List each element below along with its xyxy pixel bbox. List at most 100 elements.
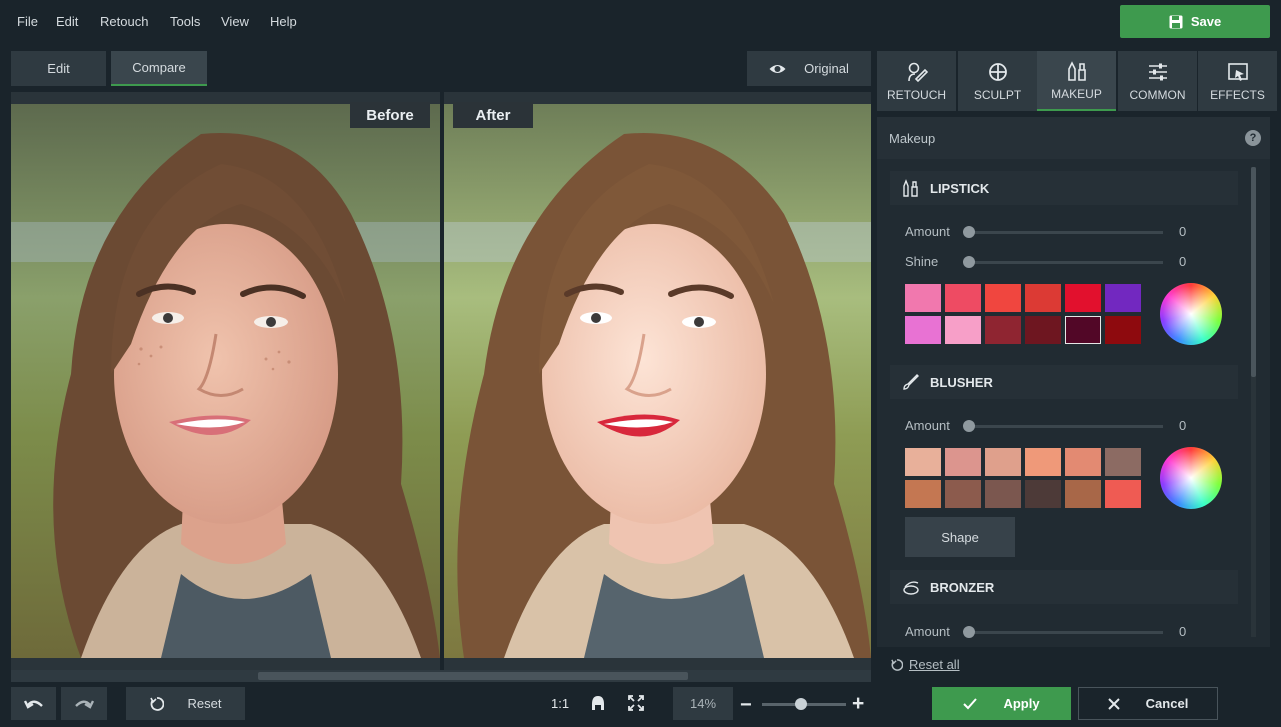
color-swatch[interactable]	[1105, 480, 1141, 508]
face-detect-icon[interactable]	[590, 695, 606, 712]
bronzer-amount-slider[interactable]: Amount 0	[905, 624, 1190, 640]
before-label: Before	[350, 102, 430, 128]
fit-screen-icon[interactable]	[628, 695, 644, 711]
bronzer-amount-value: 0	[1179, 624, 1187, 639]
blusher-section-header[interactable]: BLUSHER	[890, 365, 1238, 399]
tab-makeup-label: MAKEUP	[1051, 86, 1102, 101]
bronzer-section-header[interactable]: BRONZER	[890, 570, 1238, 604]
color-swatch[interactable]	[985, 448, 1021, 476]
color-swatch[interactable]	[1065, 316, 1101, 344]
blusher-color-wheel-icon[interactable]	[1160, 447, 1222, 509]
color-swatch[interactable]	[1105, 448, 1141, 476]
menu-retouch[interactable]: Retouch	[100, 14, 148, 29]
save-label: Save	[1190, 14, 1222, 29]
horizontal-scrollbar[interactable]	[11, 670, 871, 682]
tab-sculpt[interactable]: SCULPT	[958, 51, 1037, 111]
slider-track[interactable]	[967, 261, 1163, 264]
apply-button[interactable]: Apply	[932, 687, 1071, 720]
panel-title: Makeup	[889, 131, 936, 146]
undo-icon	[23, 699, 43, 709]
color-swatch[interactable]	[1025, 480, 1061, 508]
scrollbar-thumb[interactable]	[258, 672, 688, 680]
color-swatch[interactable]	[985, 316, 1021, 344]
lipstick-amount-value: 0	[1179, 224, 1187, 239]
color-swatch[interactable]	[945, 284, 981, 312]
image-viewer[interactable]: Before After	[11, 92, 871, 682]
slider-knob[interactable]	[963, 626, 975, 638]
lipstick-section-header[interactable]: LIPSTICK	[890, 171, 1238, 205]
lipstick-amount-slider[interactable]: Amount 0	[905, 224, 1190, 240]
color-swatch[interactable]	[945, 448, 981, 476]
menu-tools[interactable]: Tools	[170, 14, 200, 29]
save-button[interactable]: Save	[1120, 5, 1270, 38]
menu-file[interactable]: File	[17, 14, 38, 29]
menu-help[interactable]: Help	[270, 14, 297, 29]
makeup-panel: Makeup ? LIPSTICK Amount 0 Shine 0 BLUSH…	[877, 117, 1270, 647]
tab-effects[interactable]: EFFECTS	[1198, 51, 1277, 111]
color-swatch[interactable]	[1025, 448, 1061, 476]
tab-retouch-label: RETOUCH	[886, 87, 947, 102]
color-swatch[interactable]	[905, 480, 941, 508]
original-label: Original	[804, 61, 849, 76]
tab-compare[interactable]: Compare	[111, 51, 207, 86]
color-swatch[interactable]	[1065, 448, 1101, 476]
slider-track[interactable]	[967, 631, 1163, 634]
lipstick-shine-value: 0	[1179, 254, 1187, 269]
bronzer-icon	[903, 581, 919, 595]
lipstick-shine-slider[interactable]: Shine 0	[905, 254, 1190, 270]
blusher-amount-value: 0	[1179, 418, 1187, 433]
brush-icon	[903, 374, 919, 390]
lipstick-amount-label: Amount	[905, 224, 950, 239]
panel-scrollbar-thumb[interactable]	[1251, 167, 1256, 377]
color-swatch[interactable]	[1025, 284, 1061, 312]
menu-view[interactable]: View	[221, 14, 249, 29]
effects-icon	[1227, 62, 1248, 81]
tab-retouch[interactable]: RETOUCH	[877, 51, 956, 111]
blusher-amount-label: Amount	[905, 418, 950, 433]
color-swatch[interactable]	[1105, 316, 1141, 344]
sculpt-icon	[988, 62, 1007, 81]
redo-button[interactable]	[61, 687, 107, 720]
zoom-out-icon[interactable]: −	[740, 694, 752, 717]
color-swatch[interactable]	[945, 480, 981, 508]
slider-knob[interactable]	[963, 256, 975, 268]
lipstick-color-wheel-icon[interactable]	[1160, 283, 1222, 345]
tab-makeup[interactable]: MAKEUP	[1037, 51, 1116, 111]
color-swatch[interactable]	[945, 316, 981, 344]
zoom-slider-knob[interactable]	[795, 698, 807, 710]
menu-edit[interactable]: Edit	[56, 14, 78, 29]
slider-track[interactable]	[967, 231, 1163, 234]
reset-label: Reset	[187, 696, 222, 711]
cancel-button[interactable]: Cancel	[1078, 687, 1218, 720]
tab-effects-label: EFFECTS	[1210, 87, 1265, 102]
slider-knob[interactable]	[963, 420, 975, 432]
slider-track[interactable]	[967, 425, 1163, 428]
tab-common[interactable]: COMMON	[1118, 51, 1197, 111]
zoom-value[interactable]: 14%	[673, 687, 733, 720]
actual-size-button[interactable]: 1:1	[551, 696, 569, 711]
tab-edit[interactable]: Edit	[11, 51, 106, 86]
reset-button[interactable]: Reset	[126, 687, 245, 720]
color-swatch[interactable]	[985, 480, 1021, 508]
slider-knob[interactable]	[963, 226, 975, 238]
zoom-in-icon[interactable]: +	[852, 692, 864, 716]
bronzer-title: BRONZER	[930, 579, 995, 595]
color-swatch[interactable]	[1065, 480, 1101, 508]
color-swatch[interactable]	[905, 448, 941, 476]
blusher-amount-slider[interactable]: Amount 0	[905, 418, 1190, 434]
shape-button[interactable]: Shape	[905, 517, 1015, 557]
undo-button[interactable]	[11, 687, 56, 720]
color-swatch[interactable]	[1065, 284, 1101, 312]
makeup-icon	[1067, 60, 1086, 81]
color-swatch[interactable]	[1105, 284, 1141, 312]
color-swatch[interactable]	[985, 284, 1021, 312]
lipstick-title: LIPSTICK	[930, 180, 990, 196]
color-swatch[interactable]	[905, 284, 941, 312]
color-swatch[interactable]	[1025, 316, 1061, 344]
before-photo	[11, 104, 440, 658]
color-swatch[interactable]	[905, 316, 941, 344]
bronzer-amount-label: Amount	[905, 624, 950, 639]
original-button[interactable]: Original	[747, 51, 871, 86]
help-icon[interactable]: ?	[1245, 130, 1261, 146]
reset-all-link[interactable]: Reset all	[891, 657, 960, 672]
